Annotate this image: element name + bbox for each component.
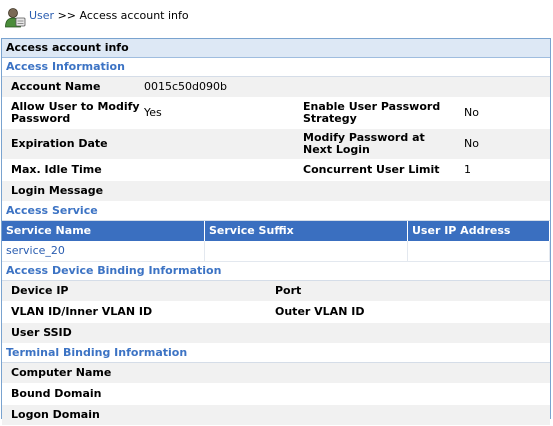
allow-modify-label: Allow User to Modify Password: [11, 100, 140, 125]
logon-domain-row: Logon Domain: [2, 405, 550, 426]
expiration-date-value: [144, 129, 294, 159]
breadcrumb-text: User >> Access account info: [29, 9, 189, 22]
panel-title: Access account info: [2, 39, 550, 58]
enable-strategy-label: Enable User Password Strategy: [303, 100, 441, 125]
allow-modify-row: Allow User to Modify Password Yes Enable…: [2, 98, 550, 129]
computer-name-row: Computer Name: [2, 363, 550, 384]
column-service-name: Service Name: [2, 221, 205, 241]
service-name-cell: service_20: [2, 241, 205, 261]
device-ip-row: Device IP Port: [2, 281, 550, 302]
max-idle-time-label: Max. Idle Time: [11, 163, 102, 176]
access-account-panel: Access account info Access Information A…: [1, 38, 551, 426]
service-suffix-cell: [205, 241, 408, 261]
breadcrumb-link-user[interactable]: User: [29, 9, 54, 22]
account-name-label: Account Name: [11, 80, 101, 93]
table-row: service_20: [2, 241, 550, 262]
bound-domain-label: Bound Domain: [11, 387, 102, 400]
enable-strategy-value: No: [464, 106, 479, 119]
breadcrumb-separator: >>: [57, 9, 77, 22]
modify-next-login-label: Modify Password at Next Login: [303, 131, 425, 156]
account-name-value: 0015c50d090b: [144, 80, 227, 93]
vlan-id-label: VLAN ID/Inner VLAN ID: [11, 305, 153, 318]
service-table-header: Service Name Service Suffix User IP Addr…: [2, 221, 550, 241]
max-idle-time-value: [144, 160, 294, 180]
expiration-date-label: Expiration Date: [11, 137, 108, 150]
user-ip-cell: [408, 241, 550, 261]
login-message-row: Login Message: [2, 181, 550, 202]
breadcrumb: User >> Access account info: [0, 0, 553, 34]
user-ssid-label: User SSID: [11, 326, 72, 339]
idle-row: Max. Idle Time Concurrent User Limit 1: [2, 160, 550, 181]
account-name-row: Account Name 0015c50d090b: [2, 77, 550, 98]
user-icon: [5, 8, 26, 28]
vlan-row: VLAN ID/Inner VLAN ID Outer VLAN ID: [2, 302, 550, 323]
logon-domain-label: Logon Domain: [11, 408, 100, 421]
ssid-row: User SSID: [2, 323, 550, 344]
device-ip-label: Device IP: [11, 284, 69, 297]
outer-vlan-label: Outer VLAN ID: [275, 305, 365, 318]
concurrent-limit-label: Concurrent User Limit: [303, 163, 440, 176]
concurrent-limit-value: 1: [464, 163, 471, 176]
breadcrumb-current: Access account info: [79, 9, 189, 22]
computer-name-label: Computer Name: [11, 366, 112, 379]
modify-next-login-value: No: [464, 137, 479, 150]
bound-domain-row: Bound Domain: [2, 384, 550, 405]
section-terminal-binding: Terminal Binding Information: [2, 344, 550, 363]
section-device-binding: Access Device Binding Information: [2, 262, 550, 281]
column-user-ip-address: User IP Address: [408, 221, 550, 241]
port-label: Port: [275, 284, 302, 297]
allow-modify-value: Yes: [144, 106, 162, 119]
column-service-suffix: Service Suffix: [205, 221, 408, 241]
login-message-value: [144, 181, 294, 201]
expiration-row: Expiration Date Modify Password at Next …: [2, 129, 550, 160]
section-access-service: Access Service: [2, 202, 550, 221]
service-name-link[interactable]: service_20: [6, 244, 65, 257]
login-message-label: Login Message: [11, 184, 104, 197]
section-access-information: Access Information: [2, 58, 550, 77]
